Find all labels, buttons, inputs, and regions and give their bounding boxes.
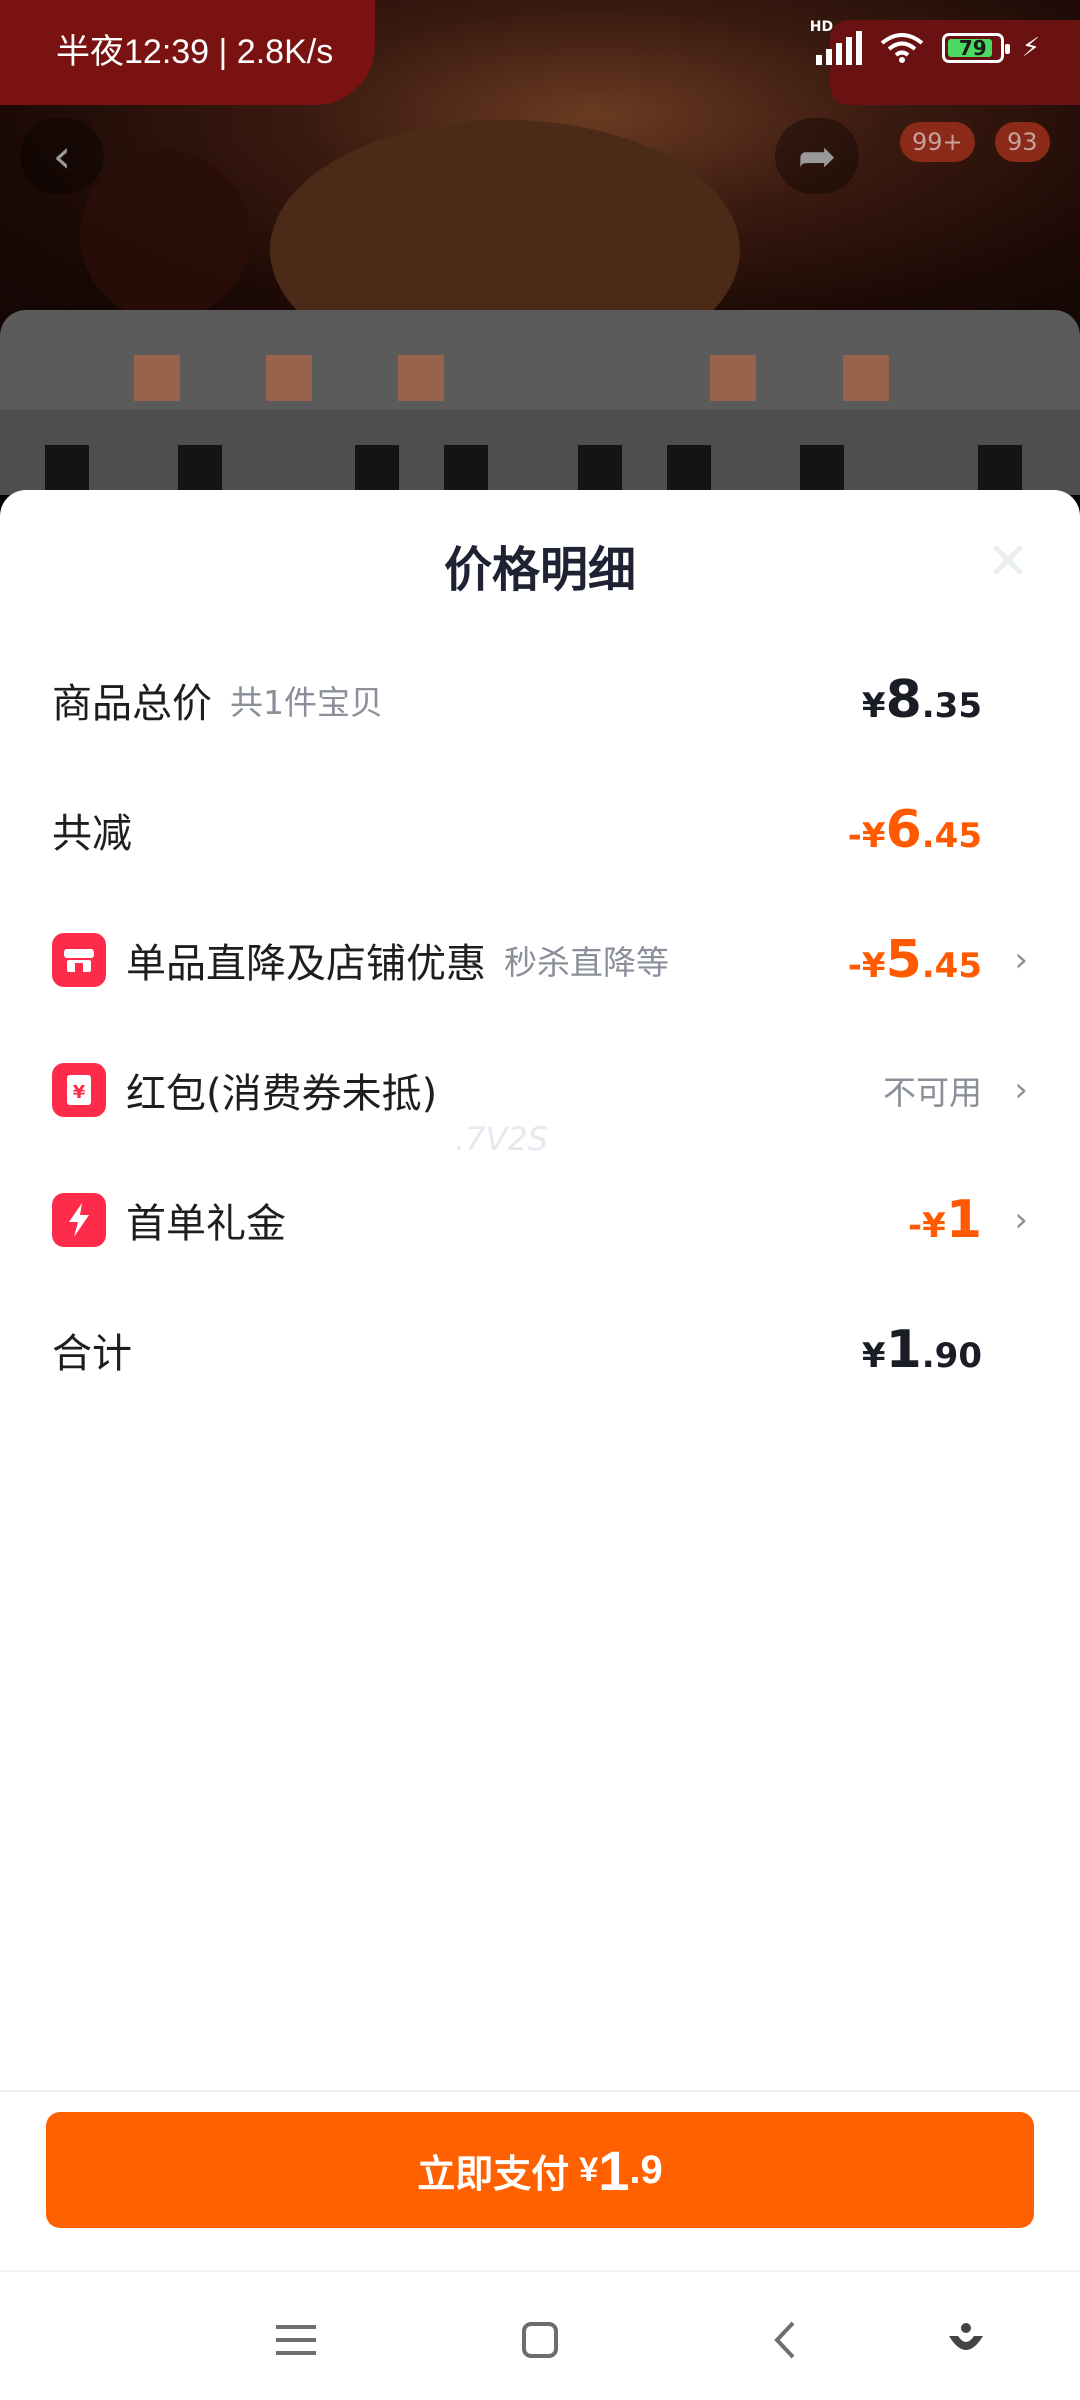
- row-status: 不可用: [883, 1073, 982, 1112]
- row-label: 单品直降及店铺优惠: [126, 941, 486, 987]
- svg-text:¥: ¥: [73, 1082, 86, 1103]
- product-thumbnails-background: [0, 410, 1080, 495]
- back-nav-icon[interactable]: [755, 2310, 815, 2370]
- count-badge: 93: [995, 122, 1050, 162]
- chevron-right-icon: ›: [1014, 1200, 1028, 1240]
- row-goods-total: 商品总价 共1件宝贝 ¥8.35: [52, 660, 1028, 740]
- sheet-title: 价格明细: [443, 542, 636, 598]
- lightning-icon: [52, 1193, 106, 1247]
- menu-icon[interactable]: [266, 2310, 326, 2370]
- row-amount: -¥ 1: [908, 1190, 982, 1250]
- pay-now-button[interactable]: 立即支付 ¥ 1 .9: [46, 2112, 1034, 2228]
- system-nav-bar: [0, 2270, 1080, 2400]
- battery-icon: 79: [941, 33, 1010, 63]
- row-first-order-gift[interactable]: 首单礼金 -¥ 1 ›: [52, 1180, 1028, 1260]
- pay-amount-dec: .9: [629, 2147, 663, 2192]
- charging-icon: ⚡: [1021, 33, 1040, 63]
- status-time: 半夜12:39 | 2.8K/s: [56, 32, 334, 71]
- product-tabs-background: [0, 310, 1080, 410]
- row-label: 首单礼金: [126, 1201, 286, 1247]
- chevron-right-icon: ›: [1014, 1070, 1028, 1110]
- row-grand-total: 合计 ¥1.90: [52, 1310, 1028, 1390]
- close-icon[interactable]: ✕: [976, 530, 1040, 594]
- row-amount: -¥ 5.45: [847, 930, 982, 990]
- status-bar: 半夜12:39 | 2.8K/s HD 79 ⚡: [0, 0, 1080, 96]
- watermark-text: .7V2S: [455, 1120, 549, 1158]
- home-icon[interactable]: [510, 2310, 570, 2370]
- cart-badge: 99+: [900, 122, 975, 162]
- row-label: 合计: [52, 1331, 132, 1377]
- assistant-icon[interactable]: [936, 2310, 996, 2370]
- row-store-discount[interactable]: 单品直降及店铺优惠 秒杀直降等 -¥ 5.45 ›: [52, 920, 1028, 1000]
- row-amount: ¥8.35: [861, 670, 982, 730]
- row-label: 红包(消费券未抵): [126, 1071, 438, 1117]
- row-amount: ¥1.90: [861, 1320, 982, 1380]
- row-red-packet[interactable]: ¥ 红包(消费券未抵) 不可用 ›: [52, 1050, 1028, 1130]
- pay-amount-int: 1: [598, 2138, 630, 2202]
- price-detail-sheet: 价格明细 ✕ 商品总价 共1件宝贝 ¥8.35 共减 -¥ 6.45 单品直降及店…: [0, 490, 1080, 2270]
- row-label: 共减: [52, 811, 132, 857]
- row-sublabel: 共1件宝贝: [230, 683, 383, 722]
- wifi-icon: [880, 33, 923, 63]
- row-sublabel: 秒杀直降等: [504, 943, 669, 982]
- share-icon[interactable]: ➦: [775, 118, 859, 194]
- row-total-discount: 共减 -¥ 6.45: [52, 790, 1028, 870]
- row-amount: -¥ 6.45: [847, 800, 982, 860]
- store-icon: [52, 933, 106, 987]
- pay-currency: ¥: [579, 2150, 599, 2189]
- signal-icon: HD: [810, 19, 862, 65]
- chevron-right-icon: ›: [1014, 940, 1028, 980]
- app-screen: ‹ ➦ 99+ 93 半夜12:39 | 2.8K/s HD 79 ⚡ 价格明细…: [0, 0, 1080, 2400]
- back-icon[interactable]: ‹: [20, 118, 104, 194]
- row-label: 商品总价: [52, 681, 212, 727]
- red-packet-icon: ¥: [52, 1063, 106, 1117]
- footer-divider: [0, 2090, 1080, 2092]
- pay-label: 立即支付: [417, 2153, 570, 2196]
